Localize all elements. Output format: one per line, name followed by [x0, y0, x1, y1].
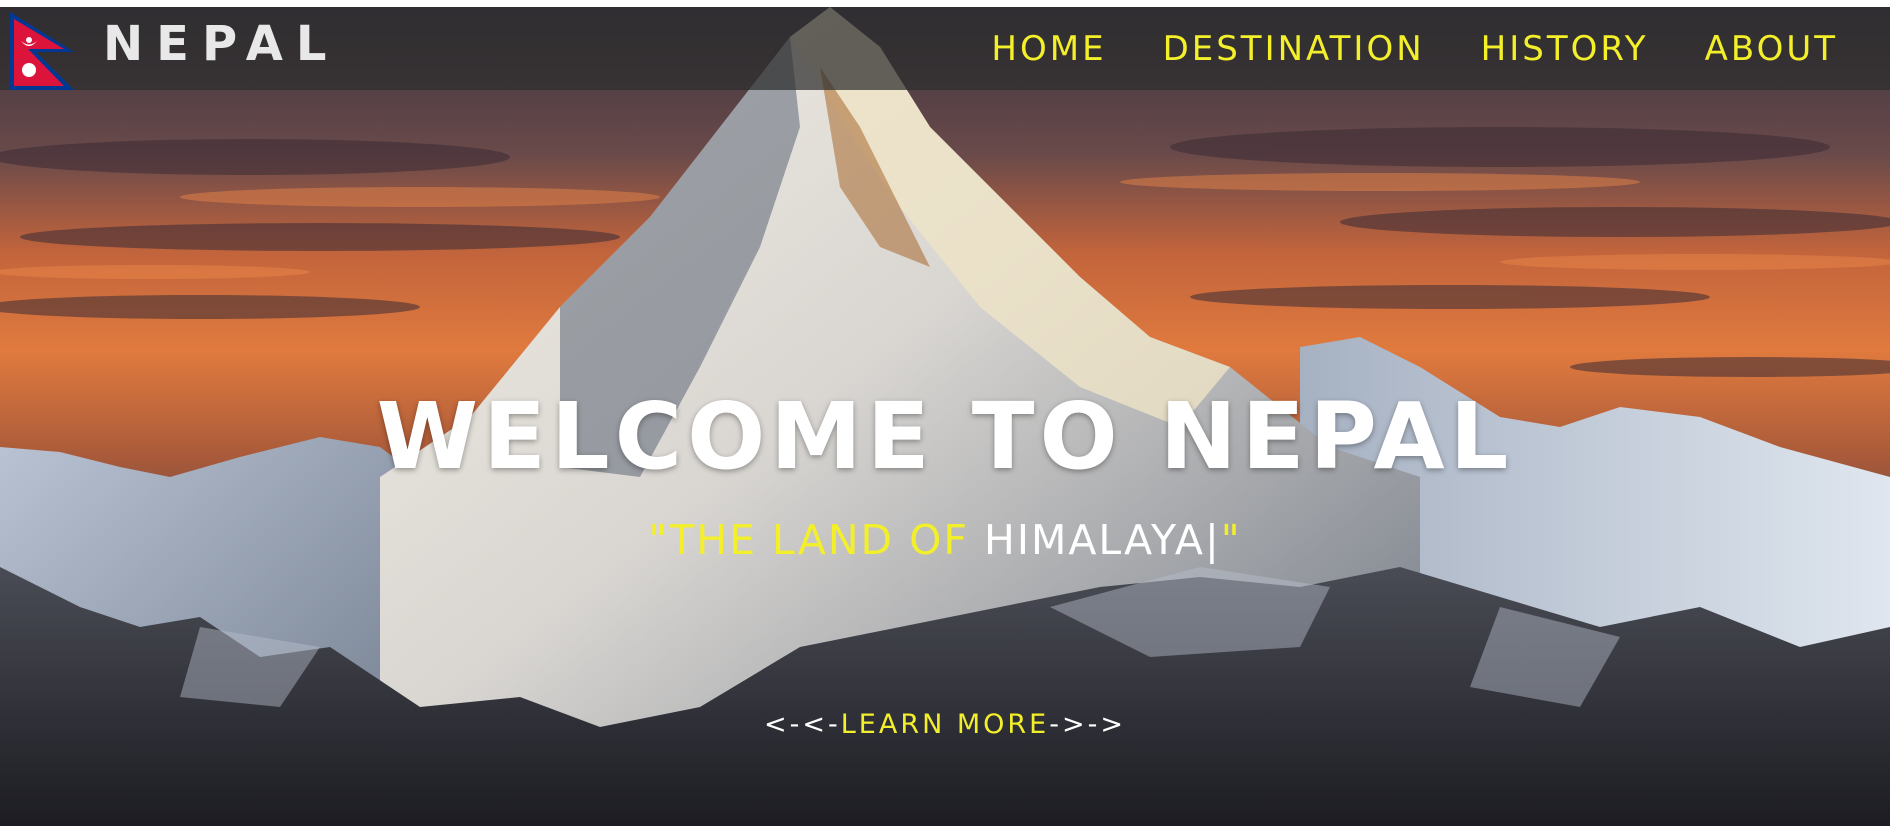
nav-link-home[interactable]: HOME [991, 27, 1106, 71]
learn-more-link[interactable]: <-<-LEARN MORE->-> [0, 707, 1890, 743]
top-navbar: NEPAL HOME DESTINATION HISTORY ABOUT [0, 7, 1890, 90]
hero-section: NEPAL HOME DESTINATION HISTORY ABOUT WEL… [0, 7, 1890, 826]
typing-cursor: | [1204, 516, 1221, 564]
nav-link-history[interactable]: HISTORY [1481, 27, 1649, 71]
learn-more-label: LEARN MORE [840, 709, 1050, 740]
hero-title: WELCOME TO NEPAL [376, 383, 1514, 490]
tagline-typed-word: HIMALAYA [984, 516, 1205, 564]
right-arrows-icon: ->-> [1049, 709, 1126, 740]
nepal-flag-icon[interactable] [8, 10, 80, 93]
tagline-close-quote: " [1220, 516, 1242, 564]
hero-tagline: "THE LAND OF HIMALAYA|" [0, 514, 1890, 566]
nav-link-destination[interactable]: DESTINATION [1163, 27, 1425, 71]
tagline-open-quote: " [648, 516, 670, 564]
brand-logo-text[interactable]: NEPAL [103, 14, 339, 74]
left-arrows-icon: <-<- [764, 709, 841, 740]
tagline-lead: THE LAND OF [669, 516, 985, 564]
nav-link-about[interactable]: ABOUT [1705, 27, 1838, 71]
nav-menu: HOME DESTINATION HISTORY ABOUT [991, 27, 1838, 71]
